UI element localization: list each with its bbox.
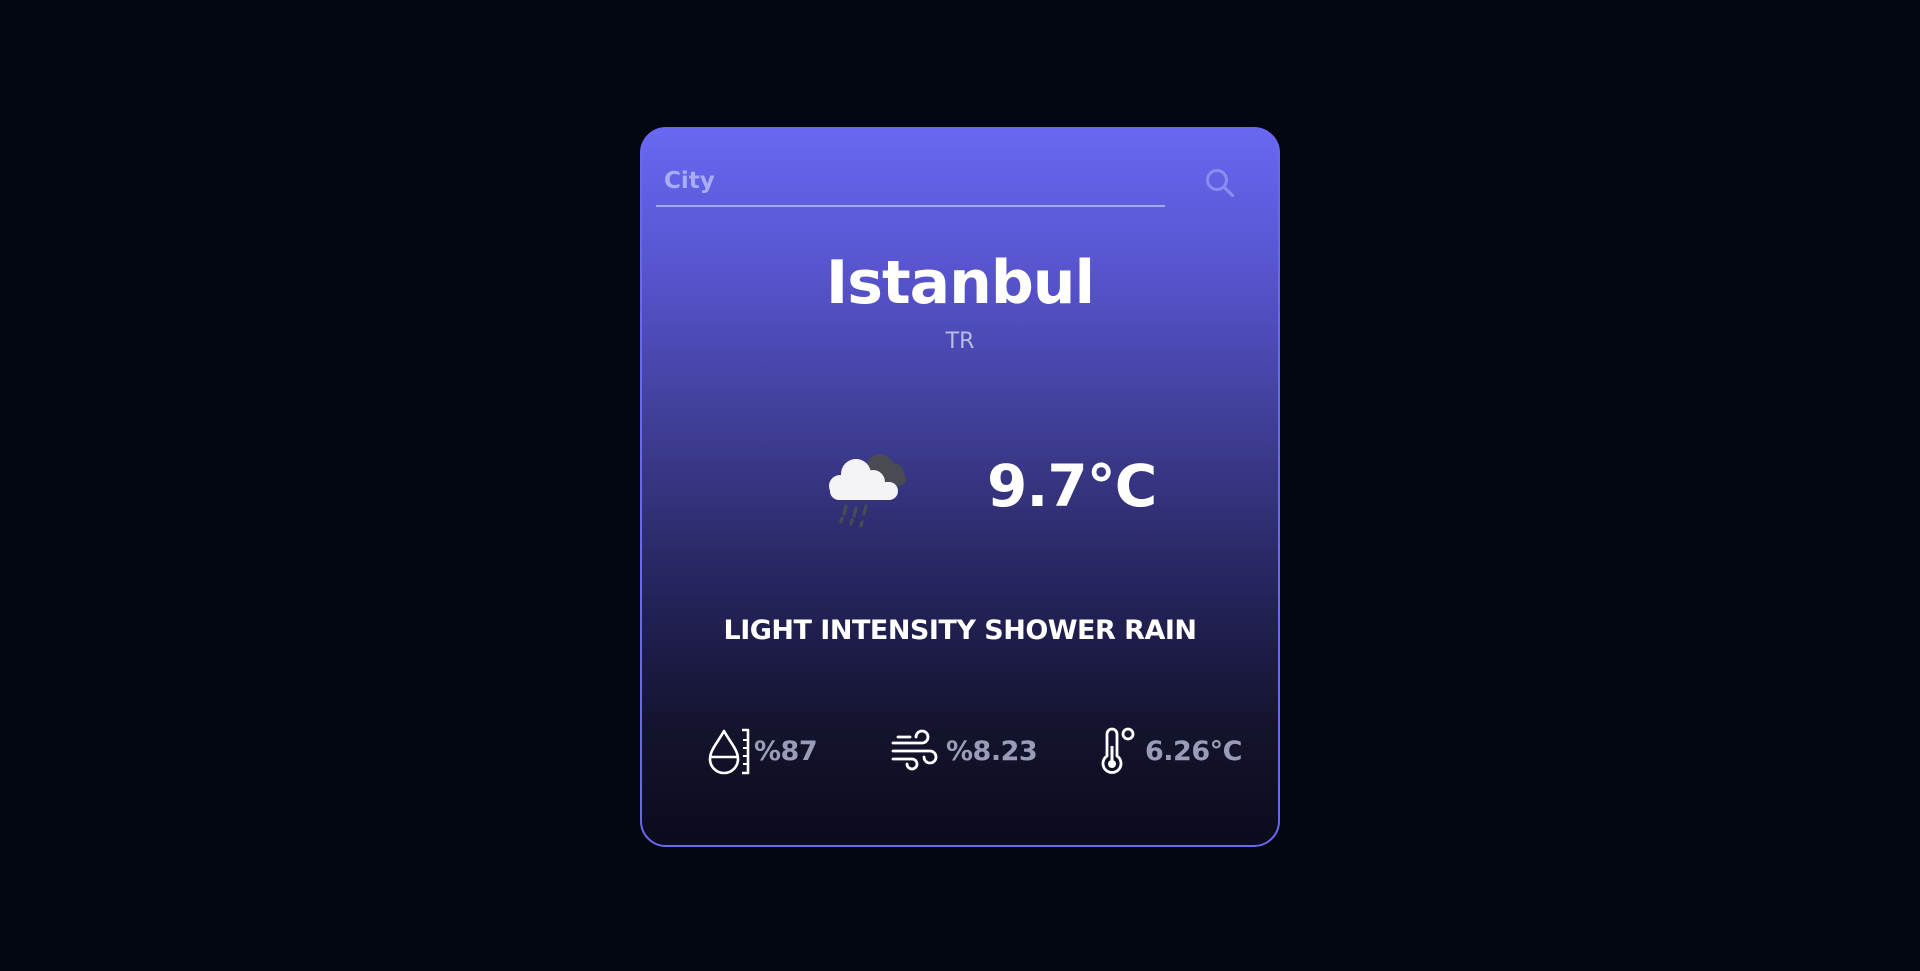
city-search-input[interactable] bbox=[656, 157, 1165, 207]
search-bar bbox=[656, 157, 1268, 207]
weather-card: Istanbul TR 9.7°C LIGHT INTENSITY SHOWER… bbox=[640, 127, 1280, 847]
rain-cloud-icon bbox=[829, 454, 906, 528]
wind-value: %8.23 bbox=[946, 735, 1038, 767]
humidity-stat: %87 bbox=[704, 726, 818, 776]
temperature-value: 9.7°C bbox=[987, 452, 1157, 520]
wind-icon bbox=[891, 729, 938, 771]
wind-stat: %8.23 bbox=[890, 726, 1038, 776]
country-code: TR bbox=[945, 329, 975, 354]
feels-like-stat: 6.26°C bbox=[1097, 726, 1242, 776]
city-name: Istanbul bbox=[825, 248, 1095, 318]
humidity-value: %87 bbox=[754, 735, 818, 767]
search-button[interactable] bbox=[1200, 163, 1240, 203]
humidity-icon bbox=[708, 728, 750, 775]
feels-like-value: 6.26°C bbox=[1145, 735, 1242, 767]
thermometer-icon bbox=[1101, 727, 1135, 774]
weather-description: LIGHT INTENSITY SHOWER RAIN bbox=[723, 615, 1197, 646]
search-icon bbox=[1206, 169, 1235, 198]
